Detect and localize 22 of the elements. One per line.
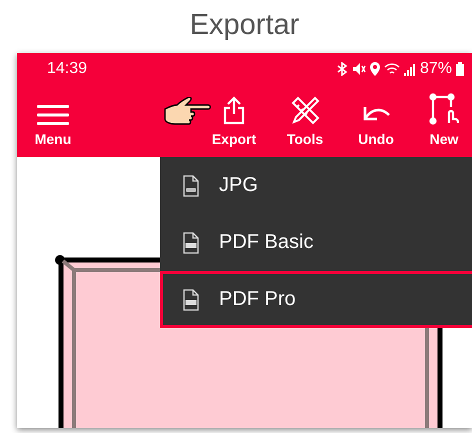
status-time: 14:39 xyxy=(47,60,88,78)
wifi-icon xyxy=(384,62,400,76)
mute-icon xyxy=(352,62,366,76)
page-heading: Exportar xyxy=(190,8,300,42)
export-button[interactable]: Export xyxy=(203,85,265,147)
share-icon xyxy=(221,95,247,125)
new-button[interactable]: New xyxy=(416,85,472,147)
location-icon xyxy=(370,62,380,76)
tools-button[interactable]: Tools xyxy=(274,85,336,147)
undo-button[interactable]: Undo xyxy=(345,85,407,147)
pdf-file-icon xyxy=(183,288,199,310)
menu-item[interactable]: PDF Pro xyxy=(160,271,472,328)
shape-touch-icon xyxy=(429,93,459,125)
image-file-icon xyxy=(183,174,199,196)
menu-icon xyxy=(37,105,69,125)
menu-button[interactable]: Menu xyxy=(17,85,89,147)
signal-icon xyxy=(404,62,416,76)
pdf-file-icon xyxy=(183,232,199,254)
battery-icon xyxy=(456,62,464,76)
ruler-pencil-icon xyxy=(289,95,321,125)
bluetooth-icon xyxy=(336,62,348,76)
battery-percent: 87% xyxy=(420,60,452,78)
